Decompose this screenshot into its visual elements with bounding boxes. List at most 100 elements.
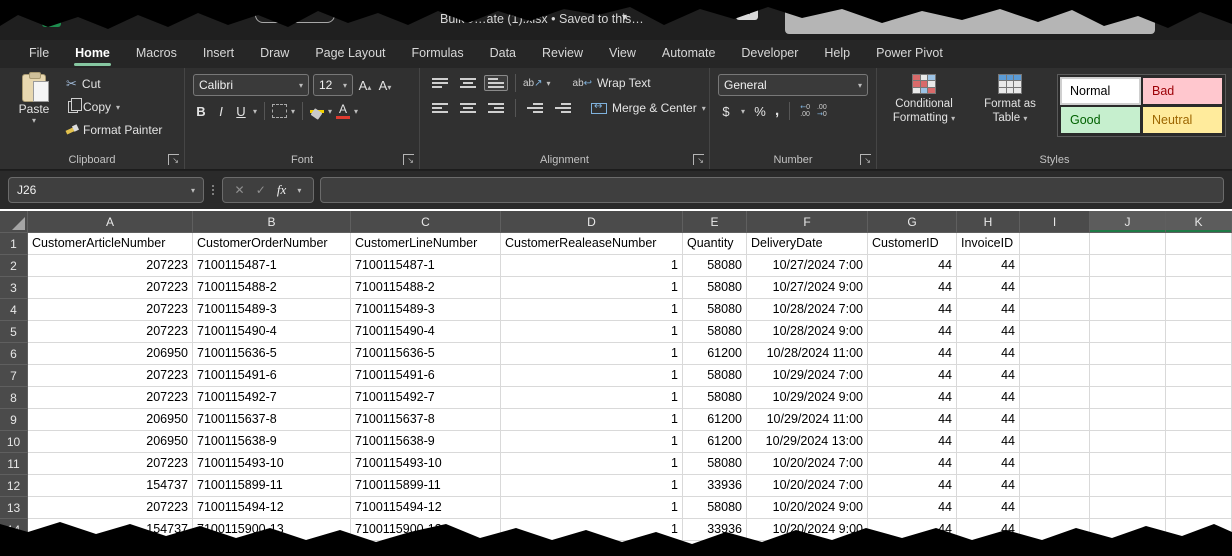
tab-formulas[interactable]: Formulas	[399, 41, 477, 67]
cell-E12[interactable]: 33936	[683, 475, 747, 497]
cell-K2[interactable]	[1166, 255, 1232, 277]
cell-H13[interactable]: 44	[957, 497, 1020, 519]
cell-E6[interactable]: 61200	[683, 343, 747, 365]
cell-I12[interactable]	[1020, 475, 1090, 497]
cell-H9[interactable]: 44	[957, 409, 1020, 431]
cell-style-neutral[interactable]: Neutral	[1143, 107, 1222, 133]
tab-data[interactable]: Data	[477, 41, 529, 67]
cell-D7[interactable]: 1	[501, 365, 683, 387]
number-format-combobox[interactable]: General ▾	[718, 74, 868, 96]
row-header-7[interactable]: 7	[0, 365, 28, 387]
borders-icon[interactable]	[272, 104, 287, 118]
cell-G11[interactable]: 44	[868, 453, 957, 475]
cell-J7[interactable]	[1090, 365, 1166, 387]
cell-G9[interactable]: 44	[868, 409, 957, 431]
cell-D10[interactable]: 1	[501, 431, 683, 453]
tab-home[interactable]: Home	[62, 41, 123, 67]
cell-B4[interactable]: 7100115489-3	[193, 299, 351, 321]
tab-page-layout[interactable]: Page Layout	[302, 41, 398, 67]
paste-chevron-icon[interactable]: ▾	[32, 116, 36, 125]
font-name-combobox[interactable]: Calibri ▾	[193, 74, 309, 96]
underline-chevron-icon[interactable]: ▾	[253, 107, 257, 116]
cell-A7[interactable]: 207223	[28, 365, 193, 387]
cell-E2[interactable]: 58080	[683, 255, 747, 277]
font-color-chevron-icon[interactable]: ▾	[354, 107, 358, 116]
cell-B6[interactable]: 7100115636-5	[193, 343, 351, 365]
fx-chevron-icon[interactable]: ▾	[297, 186, 301, 195]
font-color-button[interactable]: A	[336, 104, 350, 119]
percent-style-button[interactable]: %	[752, 104, 768, 119]
number-dialog-launcher[interactable]: ↘	[860, 154, 871, 165]
orientation-button[interactable]: ab↗	[523, 78, 543, 89]
cell-F10[interactable]: 10/29/2024 13:00	[747, 431, 868, 453]
quick-access-toolbar[interactable]	[255, 7, 335, 23]
cell-E7[interactable]: 58080	[683, 365, 747, 387]
cell-G6[interactable]: 44	[868, 343, 957, 365]
cell-F6[interactable]: 10/28/2024 11:00	[747, 343, 868, 365]
cell-D6[interactable]: 1	[501, 343, 683, 365]
cell-H3[interactable]: 44	[957, 277, 1020, 299]
cell-A11[interactable]: 207223	[28, 453, 193, 475]
column-header-C[interactable]: C	[351, 211, 501, 233]
cell-style-good[interactable]: Good	[1061, 107, 1140, 133]
cell-B7[interactable]: 7100115491-6	[193, 365, 351, 387]
cell-E11[interactable]: 58080	[683, 453, 747, 475]
cell-K4[interactable]	[1166, 299, 1232, 321]
cancel-icon[interactable]: ✕	[235, 183, 245, 197]
cell-D12[interactable]: 1	[501, 475, 683, 497]
cell-E1[interactable]: Quantity	[683, 233, 747, 255]
cell-E10[interactable]: 61200	[683, 431, 747, 453]
cell-I13[interactable]	[1020, 497, 1090, 519]
cell-K14[interactable]	[1166, 519, 1232, 541]
cell-I5[interactable]	[1020, 321, 1090, 343]
cell-B2[interactable]: 7100115487-1	[193, 255, 351, 277]
cell-H10[interactable]: 44	[957, 431, 1020, 453]
decrease-indent-button[interactable]	[523, 100, 547, 116]
cell-A8[interactable]: 207223	[28, 387, 193, 409]
cell-E4[interactable]: 58080	[683, 299, 747, 321]
tab-insert[interactable]: Insert	[190, 41, 247, 67]
align-middle-button[interactable]	[456, 75, 480, 91]
cell-H4[interactable]: 44	[957, 299, 1020, 321]
name-box[interactable]: J26 ▾	[8, 177, 204, 203]
cell-B1[interactable]: CustomerOrderNumber	[193, 233, 351, 255]
align-center-button[interactable]	[456, 100, 480, 116]
cell-H11[interactable]: 44	[957, 453, 1020, 475]
font-dialog-launcher[interactable]: ↘	[403, 154, 414, 165]
cell-B9[interactable]: 7100115637-8	[193, 409, 351, 431]
column-header-J[interactable]: J	[1090, 211, 1166, 233]
tab-automate[interactable]: Automate	[649, 41, 729, 67]
align-right-button[interactable]	[484, 100, 508, 116]
bold-button[interactable]: B	[193, 104, 209, 119]
cell-F11[interactable]: 10/20/2024 7:00	[747, 453, 868, 475]
cell-J4[interactable]	[1090, 299, 1166, 321]
cell-C14[interactable]: 7100115900-13	[351, 519, 501, 541]
cell-B11[interactable]: 7100115493-10	[193, 453, 351, 475]
cell-C2[interactable]: 7100115487-1	[351, 255, 501, 277]
shrink-font-button[interactable]: A▾	[377, 78, 393, 93]
cell-B3[interactable]: 7100115488-2	[193, 277, 351, 299]
title-chevron-down-icon[interactable]: ▾	[622, 12, 627, 23]
cell-K10[interactable]	[1166, 431, 1232, 453]
accounting-format-button[interactable]: $	[718, 104, 734, 119]
cell-J2[interactable]	[1090, 255, 1166, 277]
cell-F7[interactable]: 10/29/2024 7:00	[747, 365, 868, 387]
cell-J12[interactable]	[1090, 475, 1166, 497]
cell-D9[interactable]: 1	[501, 409, 683, 431]
cell-F1[interactable]: DeliveryDate	[747, 233, 868, 255]
cell-E8[interactable]: 58080	[683, 387, 747, 409]
copy-button[interactable]: Copy ▾	[66, 97, 162, 117]
font-size-combobox[interactable]: 12 ▾	[313, 74, 353, 96]
comma-style-button[interactable]: ,	[775, 106, 779, 116]
cell-F4[interactable]: 10/28/2024 7:00	[747, 299, 868, 321]
cell-K5[interactable]	[1166, 321, 1232, 343]
cell-G5[interactable]: 44	[868, 321, 957, 343]
cell-E13[interactable]: 58080	[683, 497, 747, 519]
cell-I6[interactable]	[1020, 343, 1090, 365]
row-header-2[interactable]: 2	[0, 255, 28, 277]
clipboard-dialog-launcher[interactable]: ↘	[168, 154, 179, 165]
borders-chevron-icon[interactable]: ▾	[291, 107, 295, 116]
cell-C13[interactable]: 7100115494-12	[351, 497, 501, 519]
cell-I2[interactable]	[1020, 255, 1090, 277]
tab-help[interactable]: Help	[811, 41, 863, 67]
